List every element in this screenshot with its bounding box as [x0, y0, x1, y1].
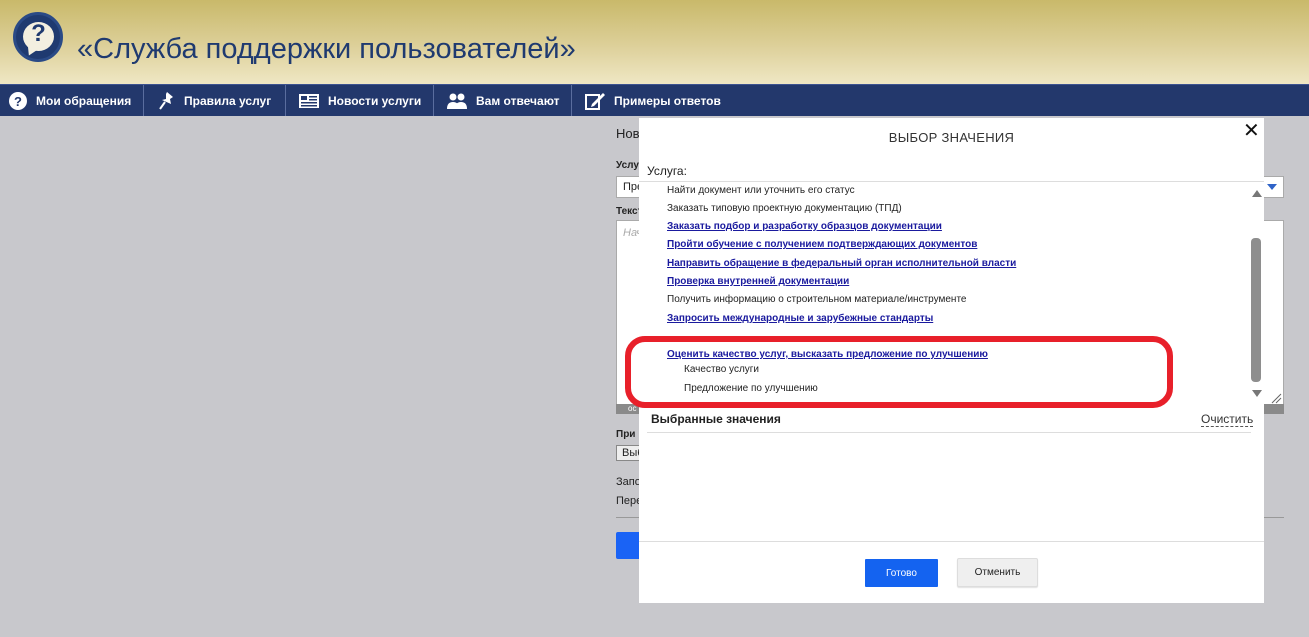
selected-values-title: Выбранные значения: [651, 412, 781, 426]
list-item-group[interactable]: Заказать подбор и разработку образцов до…: [667, 221, 942, 232]
nav-label: Правила услуг: [184, 93, 272, 108]
pin-icon: [159, 91, 173, 110]
chevron-down-icon: [1267, 184, 1277, 190]
nav-label: Мои обращения: [36, 93, 132, 108]
cancel-button[interactable]: Отменить: [957, 558, 1038, 587]
resize-handle-icon[interactable]: [1270, 392, 1282, 404]
scroll-thumb[interactable]: [1251, 238, 1261, 382]
nav-item-service-rules[interactable]: Правила услуг: [144, 85, 286, 116]
list-item[interactable]: Найти документ или уточнить его статус: [667, 185, 855, 196]
selected-values-divider: [647, 432, 1251, 433]
attach-label-fragment: При: [616, 429, 636, 440]
value-picker-dialog: ВЫБОР ЗНАЧЕНИЯ ✕ Услуга: Найти документ …: [639, 118, 1264, 603]
status-fragment: ос: [628, 404, 637, 413]
list-item-group-quality[interactable]: Оценить качество услуг, высказать предло…: [667, 349, 988, 360]
scroll-down-icon[interactable]: [1252, 390, 1262, 397]
clear-link[interactable]: Очистить: [1201, 412, 1254, 427]
nav-item-my-requests[interactable]: ? Мои обращения: [0, 85, 144, 116]
app-header: ? «Служба поддержки пользователей»: [0, 0, 1309, 84]
dialog-title: ВЫБОР ЗНАЧЕНИЯ: [888, 130, 1015, 145]
support-logo-icon[interactable]: ?: [13, 12, 63, 62]
service-options-list: Найти документ или уточнить его статус З…: [639, 182, 1249, 406]
list-item-group[interactable]: Запросить международные и зарубежные ста…: [667, 313, 933, 324]
footer-divider: [639, 541, 1264, 542]
svg-text:?: ?: [14, 94, 22, 109]
list-item-improvement[interactable]: Предложение по улучшению: [684, 383, 818, 394]
list-item-group[interactable]: Пройти обучение с получением подтверждаю…: [667, 239, 977, 250]
main-nav: ? Мои обращения Правила услуг Новости ус…: [0, 84, 1309, 116]
form-title-fragment: Нов: [616, 126, 640, 141]
site-title: «Служба поддержки пользователей»: [77, 33, 576, 65]
edit-icon: [585, 92, 605, 110]
list-item[interactable]: Заказать типовую проектную документацию …: [667, 203, 902, 214]
nav-label: Примеры ответов: [614, 93, 721, 108]
nav-item-answering[interactable]: Вам отвечают: [434, 85, 572, 116]
newspaper-icon: [299, 93, 319, 108]
list-item[interactable]: Получить информацию о строительном матер…: [667, 294, 966, 305]
list-item-group[interactable]: Проверка внутренней документации: [667, 276, 849, 287]
close-icon[interactable]: ✕: [1243, 121, 1260, 141]
nav-label: Новости услуги: [328, 93, 422, 108]
note-fragment-1: Запо: [616, 476, 641, 488]
list-item-group[interactable]: Направить обращение в федеральный орган …: [667, 258, 1016, 269]
list-scrollbar[interactable]: [1249, 182, 1264, 406]
nav-label: Вам отвечают: [476, 93, 560, 108]
service-label-fragment: Услу: [616, 160, 639, 171]
nav-item-answer-examples[interactable]: Примеры ответов: [572, 85, 732, 116]
service-field-label: Услуга:: [647, 164, 687, 178]
people-icon: [447, 93, 467, 109]
nav-item-service-news[interactable]: Новости услуги: [286, 85, 434, 116]
list-item-quality[interactable]: Качество услуги: [684, 364, 759, 375]
logo-question-mark: ?: [31, 20, 46, 47]
question-circle-icon: ?: [9, 91, 27, 110]
done-button[interactable]: Готово: [865, 559, 938, 587]
scroll-up-icon[interactable]: [1252, 190, 1262, 197]
